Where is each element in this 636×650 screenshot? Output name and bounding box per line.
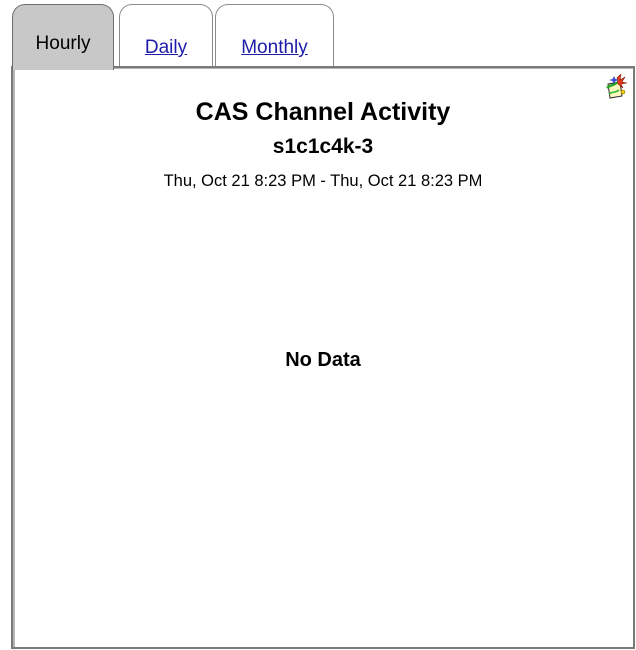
export-icon-graphic (606, 73, 628, 99)
tab-monthly-label[interactable]: Monthly (216, 37, 333, 59)
tab-hourly[interactable]: Hourly (12, 4, 114, 70)
tab-daily-label[interactable]: Daily (120, 37, 212, 59)
no-data-message: No Data (285, 349, 361, 371)
tab-hourly-label: Hourly (35, 33, 91, 54)
tab-monthly[interactable]: Monthly (215, 4, 334, 66)
chart-title: CAS Channel Activity (195, 98, 451, 126)
chart-subtitle: s1c1c4k-3 (272, 135, 374, 158)
tab-daily[interactable]: Daily (119, 4, 213, 66)
export-icon[interactable] (605, 73, 628, 100)
chart-panel: CAS Channel Activity s1c1c4k-3 Thu, Oct … (11, 66, 635, 649)
chart-time-range: Thu, Oct 21 8:23 PM - Thu, Oct 21 8:23 P… (163, 172, 483, 190)
